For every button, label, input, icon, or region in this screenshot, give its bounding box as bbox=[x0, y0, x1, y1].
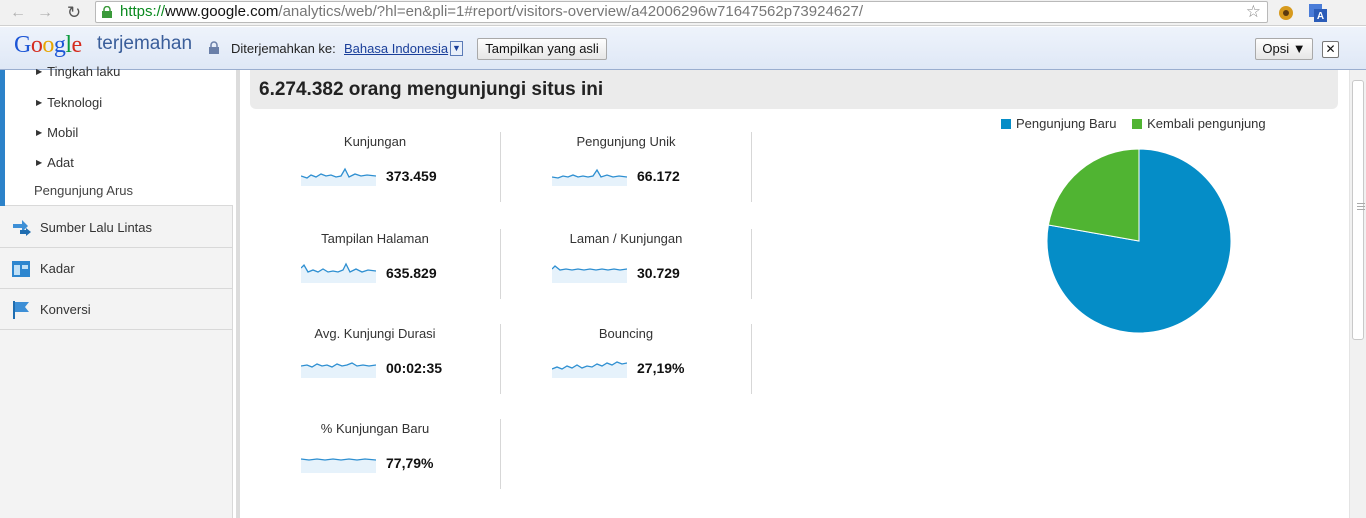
sparkline bbox=[552, 168, 627, 186]
sparkline bbox=[552, 361, 627, 378]
sidebar-sub-item[interactable]: ▶ Teknologi bbox=[36, 95, 102, 110]
metric-unique-visitors[interactable]: Pengunjung Unik 66.172 bbox=[501, 134, 751, 214]
chart-legend: Pengunjung Baru Kembali pengunjung bbox=[1001, 116, 1278, 131]
sparkline bbox=[552, 265, 627, 283]
url-scheme: https:// bbox=[120, 3, 166, 20]
sidebar-item-content[interactable]: Kadar bbox=[0, 248, 233, 289]
scrollbar-thumb[interactable] bbox=[1352, 80, 1365, 340]
section-accent-bar bbox=[0, 70, 5, 206]
sidebar-sub-item[interactable]: ▶ Mobil bbox=[36, 125, 78, 140]
sidebar-divider bbox=[236, 70, 240, 518]
sparkline bbox=[301, 362, 376, 378]
sidebar-sub-item[interactable]: ▶ Tingkah laku bbox=[36, 64, 120, 79]
scroll-grip bbox=[1357, 209, 1365, 210]
expand-triangle-icon: ▶ bbox=[36, 128, 43, 137]
sidebar-audience-section: ▶ Tingkah laku ▶ Teknologi ▶ Mobil ▶ Adat Pe… bbox=[0, 64, 233, 206]
traffic-sources-icon bbox=[13, 220, 31, 236]
expand-triangle-icon: ▶ bbox=[36, 67, 43, 76]
legend-entry-returning-visitors[interactable]: Kembali pengunjung bbox=[1132, 116, 1266, 131]
browser-toolbar: ← → ↻ https://www.google.com/analytics/w… bbox=[0, 0, 1366, 26]
metric-pageviews[interactable]: Tampilan Halaman 635.829 bbox=[250, 231, 500, 311]
expand-triangle-icon: ▶ bbox=[36, 98, 43, 107]
sidebar-sub-item[interactable]: ▶ Adat bbox=[36, 155, 74, 170]
language-dropdown-icon[interactable]: ▼ bbox=[450, 41, 463, 56]
scroll-grip bbox=[1357, 206, 1365, 207]
metric-bounce-rate[interactable]: Bouncing 27,19% bbox=[501, 326, 751, 406]
translate-extension-icon[interactable]: A bbox=[1308, 3, 1328, 23]
scroll-grip bbox=[1357, 203, 1365, 204]
sparkline bbox=[301, 167, 376, 186]
address-bar[interactable]: https://www.google.com/analytics/web/?hl… bbox=[95, 1, 1268, 23]
legend-swatch bbox=[1132, 119, 1143, 129]
metric-pages-per-visit[interactable]: Laman / Kunjungan 30.729 bbox=[501, 231, 751, 311]
translate-bar: Google terjemahan Diterjemahkan ke: Baha… bbox=[0, 27, 1366, 70]
conversions-flag-icon bbox=[13, 301, 29, 319]
url-path: /analytics/web/?hl=en&pli=1#report/visit… bbox=[278, 3, 863, 20]
options-button[interactable]: Opsi ▼ bbox=[1255, 38, 1313, 60]
google-logo: Google bbox=[14, 32, 82, 58]
lock-icon bbox=[102, 6, 112, 18]
metric-visits[interactable]: Kunjungan 373.459 bbox=[250, 134, 500, 214]
translate-product-name: terjemahan bbox=[97, 33, 193, 54]
sparkline bbox=[301, 458, 376, 473]
target-language-link[interactable]: Bahasa Indonesia bbox=[344, 41, 448, 56]
forward-arrow-icon[interactable]: → bbox=[35, 3, 55, 23]
visitors-pie-chart bbox=[1046, 148, 1232, 334]
bookmark-star-icon[interactable]: ☆ bbox=[1246, 2, 1261, 22]
lock-icon bbox=[209, 41, 219, 54]
divider bbox=[500, 132, 501, 202]
divider bbox=[500, 229, 501, 299]
page-title: 6.274.382 orang mengunjungi situs ini bbox=[259, 79, 604, 100]
divider bbox=[500, 324, 501, 394]
sidebar-item-conversions[interactable]: Konversi bbox=[0, 289, 233, 330]
close-translate-bar-button[interactable]: ✕ bbox=[1322, 41, 1339, 58]
translated-to-label: Diterjemahkan ke: bbox=[231, 41, 336, 56]
legend-entry-new-visitors[interactable]: Pengunjung Baru bbox=[1001, 116, 1116, 131]
sidebar-item-traffic-sources[interactable]: Sumber Lalu Lintas bbox=[0, 207, 233, 248]
back-arrow-icon[interactable]: ← bbox=[8, 3, 28, 23]
show-original-button[interactable]: Tampilkan yang asli bbox=[477, 38, 607, 60]
sparkline bbox=[301, 262, 376, 283]
content-icon bbox=[12, 261, 30, 277]
sidebar-item-visitors-flow[interactable]: Pengunjung Arus bbox=[34, 183, 133, 198]
metric-percent-new-visits[interactable]: % Kunjungan Baru 77,79% bbox=[250, 421, 500, 501]
divider bbox=[751, 132, 752, 202]
legend-swatch bbox=[1001, 119, 1011, 129]
vertical-scrollbar[interactable] bbox=[1349, 70, 1366, 518]
svg-text:A: A bbox=[1317, 11, 1324, 22]
reload-icon[interactable]: ↻ bbox=[64, 3, 84, 23]
divider bbox=[751, 324, 752, 394]
pie-slice-kembali-pengunjung[interactable] bbox=[1047, 148, 1140, 242]
divider bbox=[751, 229, 752, 299]
divider bbox=[500, 419, 501, 489]
url-host: www.google.com bbox=[165, 3, 279, 20]
sidebar: ▶ Tingkah laku ▶ Teknologi ▶ Mobil ▶ Adat Pe… bbox=[0, 64, 233, 518]
overview-header: 6.274.382 orang mengunjungi situs ini bbox=[250, 70, 1338, 109]
expand-triangle-icon: ▶ bbox=[36, 158, 43, 167]
extension-gear-icon[interactable] bbox=[1276, 3, 1296, 23]
metric-avg-visit-duration[interactable]: Avg. Kunjungi Durasi 00:02:35 bbox=[250, 326, 500, 406]
